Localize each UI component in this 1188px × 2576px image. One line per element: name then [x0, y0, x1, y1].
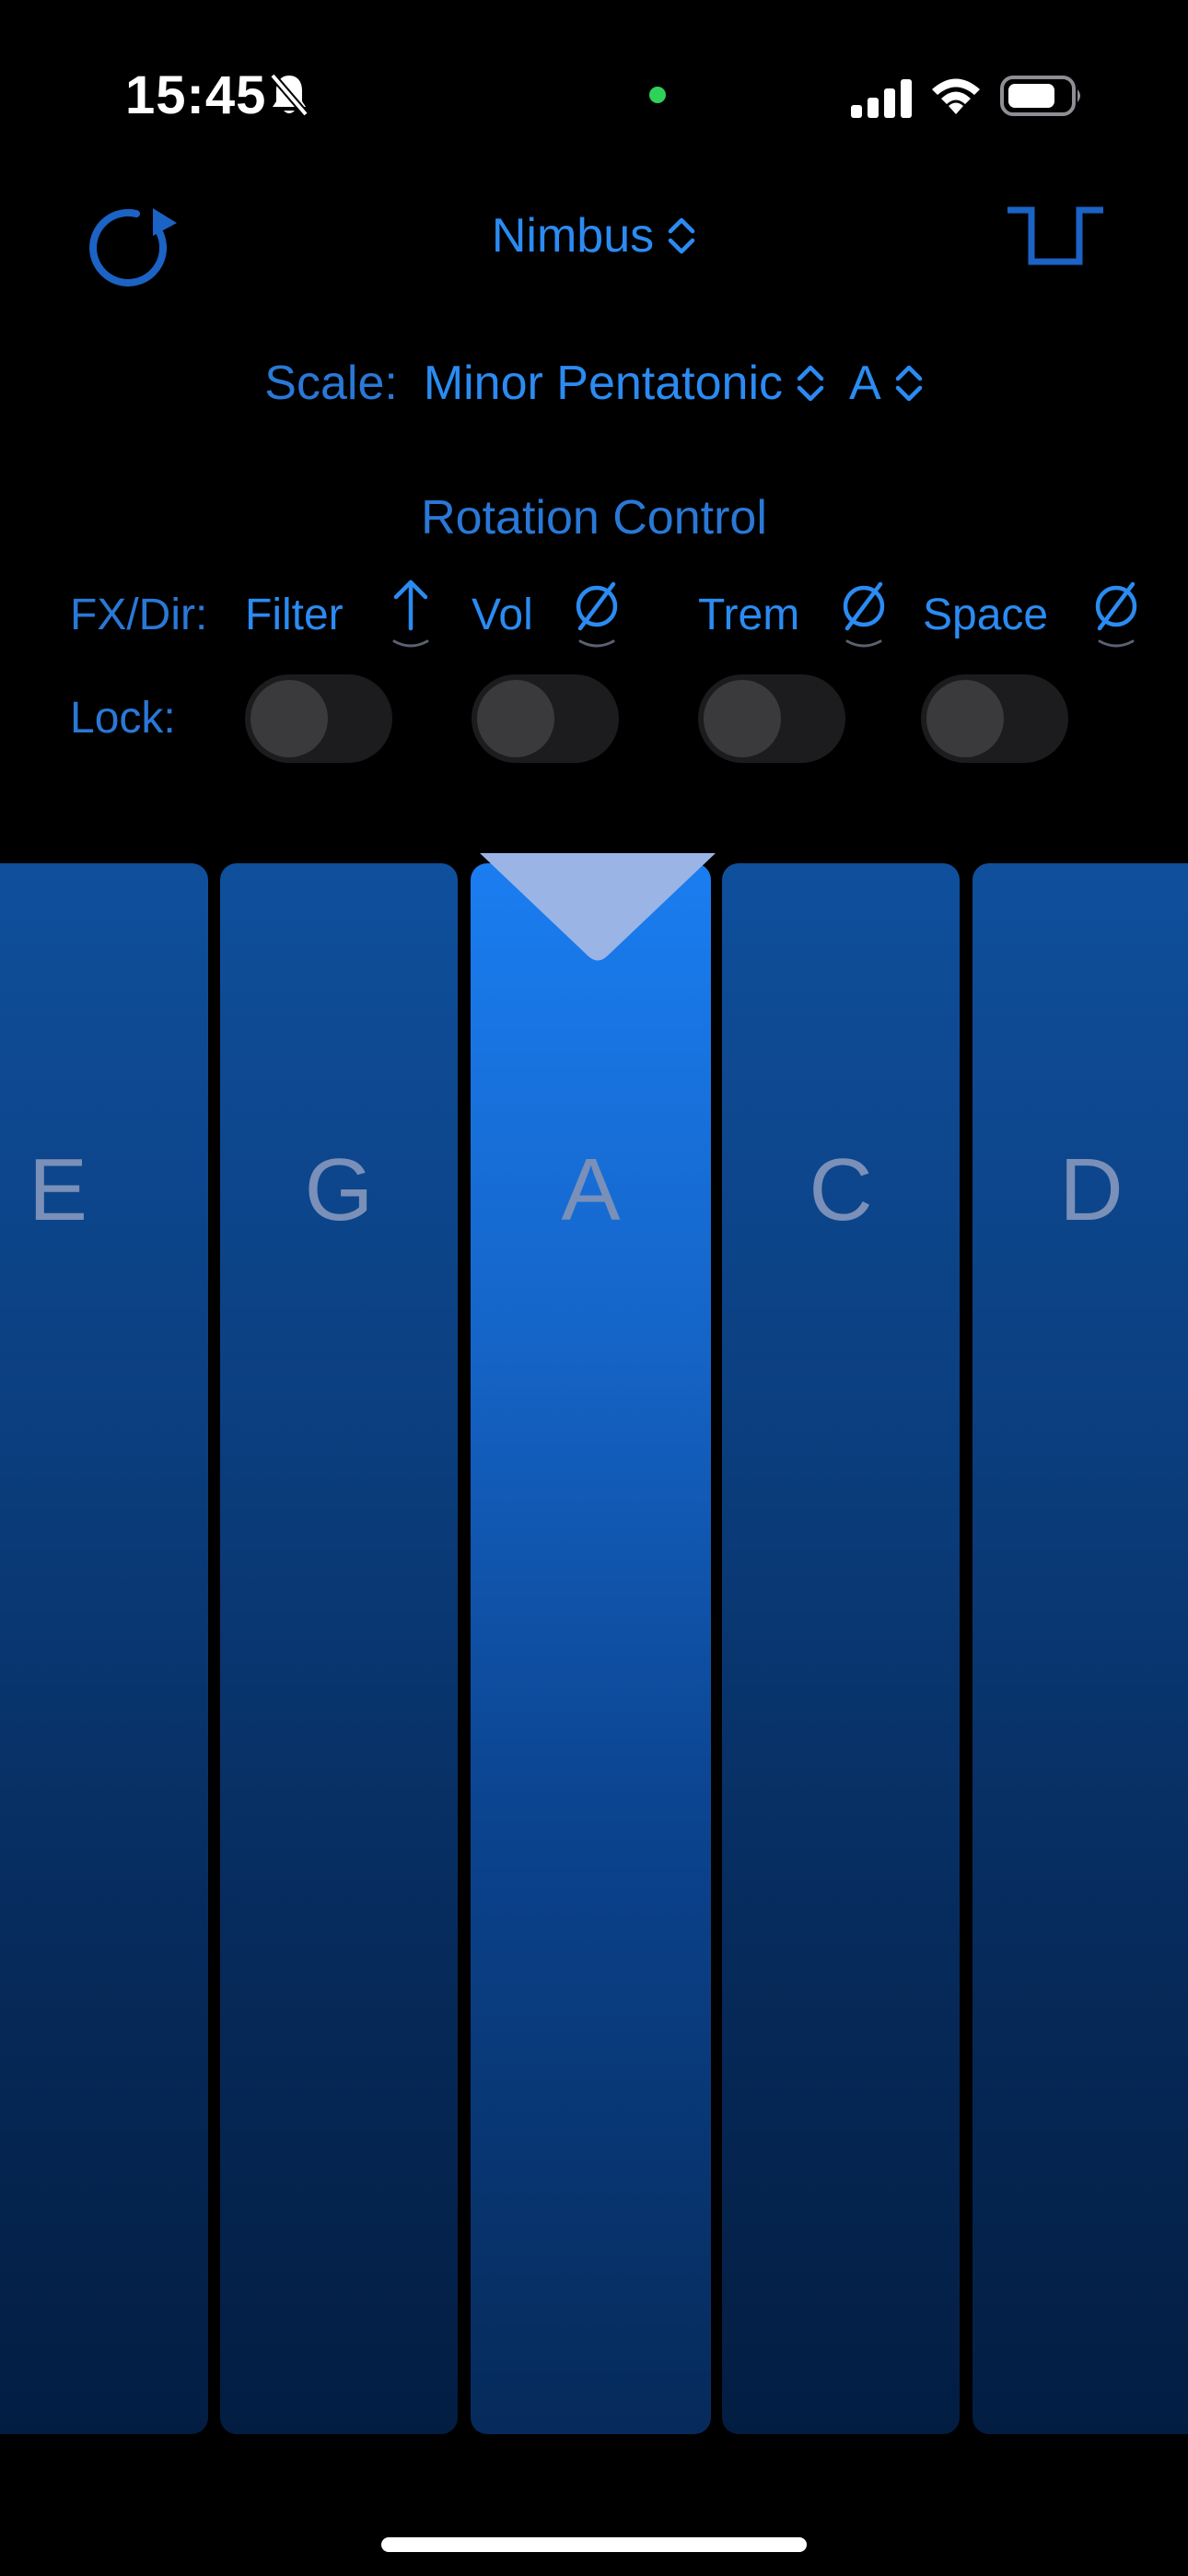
chevron-up-down-icon	[668, 217, 695, 254]
chevron-up-down-icon	[895, 365, 922, 402]
scale-value: Minor Pentatonic	[423, 357, 784, 410]
note-label: D	[1059, 1141, 1124, 1239]
wifi-icon	[932, 78, 980, 114]
preset-name: Nimbus	[491, 209, 655, 263]
note-key-g[interactable]: G	[220, 863, 458, 2434]
lock-toggle-filter[interactable]	[245, 674, 392, 763]
empty-set-icon[interactable]	[1090, 577, 1142, 650]
key-value: A	[849, 357, 881, 410]
note-label: G	[304, 1141, 374, 1239]
fx-filter-label: Filter	[245, 591, 344, 639]
note-key-a[interactable]: A	[471, 863, 711, 2434]
fx-dir-label: FX/Dir:	[70, 591, 208, 639]
scale-label: Scale:	[264, 357, 398, 410]
arrow-up-icon[interactable]	[385, 577, 437, 650]
note-label: A	[561, 1141, 621, 1239]
fx-trem-label: Trem	[698, 591, 800, 639]
home-indicator[interactable]	[381, 2537, 807, 2552]
note-key-d[interactable]: D	[973, 863, 1188, 2434]
note-label: C	[809, 1141, 873, 1239]
empty-set-icon[interactable]	[838, 577, 890, 650]
battery-icon	[1000, 76, 1080, 116]
toggle-knob	[250, 680, 328, 757]
lock-label: Lock:	[70, 694, 176, 743]
toggle-knob	[704, 680, 781, 757]
rotation-pointer-indicator	[480, 853, 716, 961]
scale-selector[interactable]: Minor Pentatonic	[424, 357, 825, 410]
lock-toggle-space[interactable]	[921, 674, 1068, 763]
fx-space-label: Space	[923, 591, 1049, 639]
cellular-signal-icon	[851, 79, 912, 118]
square-wave-icon[interactable]	[1004, 205, 1107, 269]
lock-toggle-vol[interactable]	[472, 674, 619, 763]
app-screen: 15:45 Nimbus Scale: Minor Pentatonic A R…	[0, 0, 1188, 2576]
bell-slash-icon	[269, 73, 309, 117]
note-label: E	[28, 1141, 88, 1239]
fx-vol-label: Vol	[472, 591, 533, 639]
lock-toggle-trem[interactable]	[698, 674, 845, 763]
empty-set-icon[interactable]	[571, 577, 623, 650]
toggle-knob	[477, 680, 554, 757]
note-key-c[interactable]: C	[722, 863, 960, 2434]
scale-row: Scale: Minor Pentatonic A	[0, 356, 1188, 411]
chevron-up-down-icon	[797, 365, 824, 402]
note-key-e[interactable]: E	[0, 863, 208, 2434]
toggle-knob	[926, 680, 1004, 757]
rotation-control-title: Rotation Control	[421, 491, 767, 544]
key-selector[interactable]: A	[825, 357, 924, 410]
privacy-indicator	[649, 87, 666, 103]
status-time: 15:45	[125, 65, 267, 125]
